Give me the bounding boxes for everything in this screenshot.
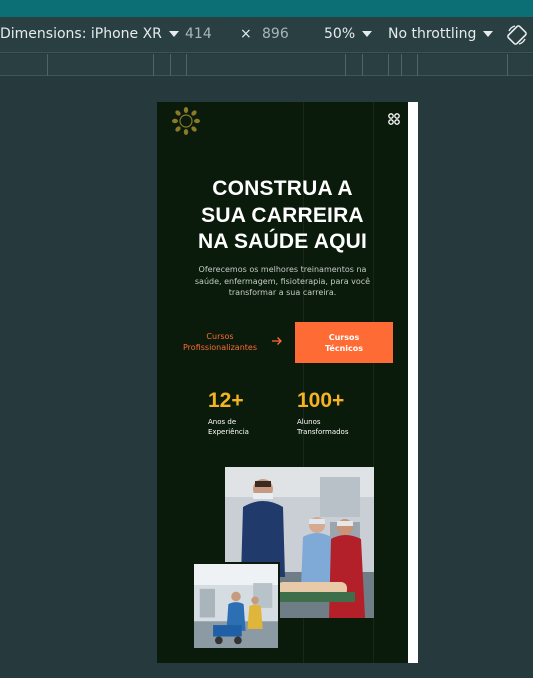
stat-students-number: 100+: [297, 389, 345, 412]
training-photo-secondary: [192, 562, 280, 650]
zoom-select[interactable]: 50%: [324, 26, 373, 42]
ruler-tick: [362, 54, 363, 76]
chevron-down-icon: [362, 31, 373, 37]
stat-label-line: Anos de: [208, 418, 237, 426]
device-select[interactable]: Dimensions: iPhone XR: [0, 26, 179, 42]
width-value: 414: [185, 26, 212, 42]
device-dimensions-label: Dimensions: iPhone XR: [0, 26, 162, 42]
stat-years-label: Anos de Experiência: [208, 418, 249, 437]
button-line: Técnicos: [325, 343, 363, 353]
ruler-tick: [186, 54, 187, 76]
times-symbol: ×: [240, 26, 252, 42]
media-query-ruler: [0, 54, 533, 76]
times-text: ×: [240, 26, 252, 42]
ruler-tick: [170, 54, 171, 76]
hero-subtitle: Oferecemos os melhores treinamentos na s…: [177, 264, 388, 299]
chevron-down-icon: [168, 31, 179, 37]
stat-label-line: Alunos: [297, 418, 321, 426]
ruler-tick: [401, 54, 402, 76]
ruler-tick: [153, 54, 154, 76]
rotate-icon[interactable]: [506, 24, 528, 46]
link-line: Profissionalizantes: [183, 343, 257, 352]
cursos-profissionalizantes-link[interactable]: Cursos Profissionalizantes: [172, 331, 268, 353]
hero-subtitle-line: saúde, enfermagem, fisioterapia, para vo…: [194, 276, 371, 286]
throttling-select[interactable]: No throttling: [388, 26, 494, 42]
cursos-tecnicos-button[interactable]: Cursos Técnicos: [295, 322, 393, 363]
hero-title-line: SUA CARREIRA: [201, 203, 364, 227]
hero-title: CONSTRUA A SUA CARREIRA NA SAÚDE AQUI: [157, 176, 408, 256]
hero-title-line: CONSTRUA A: [212, 177, 353, 200]
ruler-tick: [345, 54, 346, 76]
stat-label-line: Transformados: [297, 427, 349, 436]
throttling-value: No throttling: [388, 26, 477, 42]
height-input[interactable]: 896: [262, 26, 289, 42]
ruler-tick: [417, 54, 418, 76]
leaf-wreath-logo-icon[interactable]: [172, 107, 200, 135]
device-viewport: CONSTRUA A SUA CARREIRA NA SAÚDE AQUI Of…: [157, 102, 418, 663]
arrow-right-icon[interactable]: [271, 336, 283, 346]
stat-students-label: Alunos Transformados: [297, 418, 348, 437]
button-line: Cursos: [328, 332, 360, 342]
stat-label-line: Experiência: [208, 427, 249, 436]
device-toolbar: Dimensions: iPhone XR 414 × 896 50% No t…: [0, 17, 533, 53]
ruler-tick: [507, 54, 508, 76]
hero-subtitle-line: Oferecemos os melhores treinamentos na: [198, 265, 367, 274]
link-line: Cursos: [206, 332, 234, 341]
viewport-scrollbar[interactable]: [408, 102, 418, 663]
devtools-top-strip: [0, 0, 533, 17]
width-input[interactable]: 414: [185, 26, 212, 42]
hero-subtitle-line: transformar a sua carreira.: [228, 288, 337, 297]
stat-years-number: 12+: [208, 389, 244, 412]
ruler-tick: [47, 54, 48, 76]
height-value: 896: [262, 26, 289, 42]
grid-menu-icon[interactable]: [388, 113, 400, 125]
hero-title-line: NA SAÚDE AQUI: [197, 230, 368, 253]
ruler-tick: [388, 54, 389, 76]
chevron-down-icon: [483, 31, 494, 37]
zoom-value: 50%: [324, 26, 356, 42]
